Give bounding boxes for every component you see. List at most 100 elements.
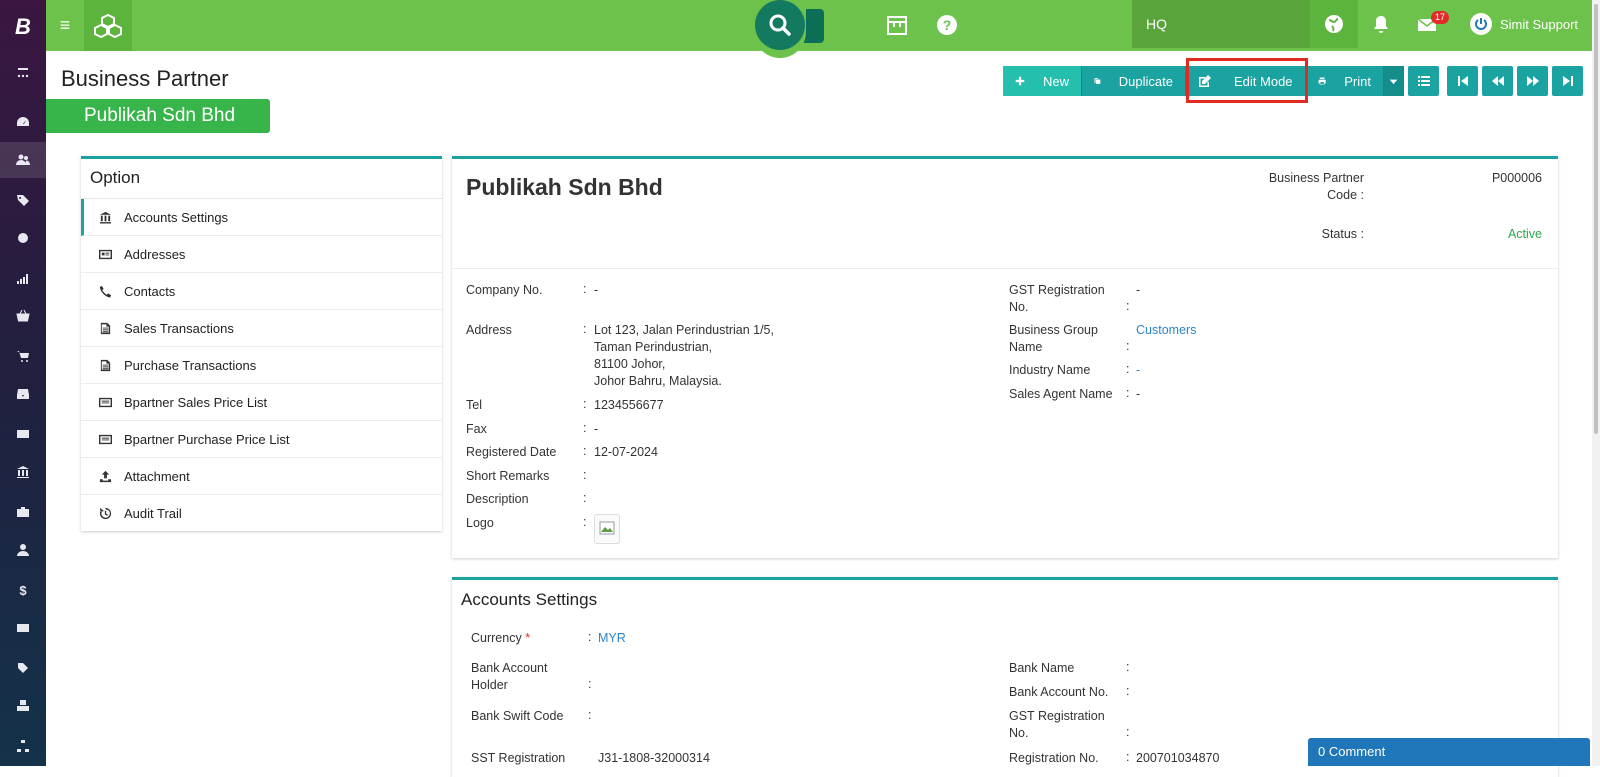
duplicate-label: Duplicate — [1118, 73, 1173, 89]
money-icon[interactable] — [0, 416, 46, 452]
industry-label: Industry Name — [1009, 363, 1091, 377]
circle-icon[interactable] — [0, 220, 46, 256]
option-bpartner-purchase-price-list[interactable]: Bpartner Purchase Price List — [81, 421, 442, 458]
option-sales-transactions[interactable]: Sales Transactions — [81, 310, 442, 347]
first-record-button[interactable] — [1447, 66, 1478, 96]
bell-icon[interactable] — [1368, 12, 1394, 38]
user-icon[interactable] — [0, 532, 46, 568]
sitemap-icon[interactable] — [0, 728, 46, 764]
colon: : — [583, 468, 587, 482]
app-logo[interactable]: B — [10, 14, 36, 40]
partner-name: Publikah Sdn Bhd — [466, 174, 663, 200]
gst-label-line-1: GST Registration — [1009, 283, 1105, 297]
option-label: Attachment — [124, 468, 190, 484]
duplicate-button[interactable]: Duplicate — [1082, 66, 1186, 96]
list-view-button[interactable] — [1408, 66, 1439, 96]
phone-icon — [99, 285, 112, 298]
code-label-line-2: Code : — [1327, 188, 1364, 202]
colon: : — [588, 630, 592, 644]
currency-link[interactable]: MYR — [598, 630, 626, 647]
business-group-label-line-2: Name — [1009, 340, 1043, 354]
modules-icon[interactable] — [84, 0, 132, 51]
business-group-label: Business Group Name — [1009, 322, 1098, 356]
last-record-button[interactable] — [1552, 66, 1583, 96]
step-forward-icon — [1562, 76, 1573, 86]
option-bpartner-sales-price-list[interactable]: Bpartner Sales Price List — [81, 384, 442, 421]
print-dropdown-button[interactable] — [1384, 66, 1404, 96]
help-icon[interactable]: ? — [934, 12, 960, 38]
inbox-icon[interactable] — [0, 376, 46, 412]
cart-icon[interactable] — [0, 338, 46, 374]
registration-no-value: 200701034870 — [1136, 751, 1220, 765]
next-record-button[interactable] — [1517, 66, 1548, 96]
option-attachment[interactable]: Attachment — [81, 458, 442, 495]
bank-holder-label-line-2: Holder — [471, 678, 508, 692]
option-label: Bpartner Sales Price List — [124, 394, 268, 410]
option-label: Audit Trail — [124, 506, 182, 521]
address-label: Address — [466, 323, 512, 337]
colon: : — [1126, 386, 1130, 400]
sst-value: J31-1808-32000314 — [598, 751, 710, 765]
list-icon — [99, 397, 112, 407]
hamburger-menu-icon[interactable]: ≡ — [46, 0, 84, 51]
code-label: Business Partner Code : — [1216, 170, 1364, 204]
bank-icon[interactable] — [0, 454, 46, 490]
option-label: Purchase Transactions — [124, 357, 257, 373]
registered-date-label: Registered Date — [466, 445, 557, 459]
comment-bar[interactable]: 0 Comment — [1308, 738, 1590, 766]
colon: : — [588, 708, 592, 722]
id-card-icon[interactable] — [0, 610, 46, 646]
print-button[interactable]: Print — [1306, 66, 1384, 96]
bank-icon — [99, 211, 112, 224]
tel-value: 1234556677 — [594, 398, 664, 412]
previous-record-button[interactable] — [1482, 66, 1513, 96]
gst-label-line-2: No. — [1009, 300, 1029, 314]
currency-label: Currency * — [471, 630, 530, 647]
business-partner-icon[interactable] — [0, 142, 46, 178]
address-card-icon — [99, 249, 112, 259]
briefcase-icon[interactable] — [0, 494, 46, 530]
scrollbar-thumb[interactable] — [1594, 4, 1598, 434]
registered-date-value: 12-07-2024 — [594, 445, 658, 459]
option-accounts-settings[interactable]: Accounts Settings — [81, 199, 442, 236]
code-label-line-1: Business Partner — [1268, 171, 1364, 185]
colon: : — [583, 444, 587, 458]
acct-gst-label-line-1: GST Registration — [1009, 709, 1105, 723]
global-search[interactable] — [754, 0, 864, 58]
bank-holder-label: Bank Account Holder — [471, 660, 547, 694]
tags-icon[interactable] — [0, 182, 46, 218]
option-audit-trail[interactable]: Audit Trail — [81, 495, 442, 532]
colon: : — [1126, 750, 1130, 764]
fax-value: - — [594, 422, 599, 436]
location-selector[interactable]: HQ — [1132, 0, 1310, 48]
dollar-icon[interactable]: $ — [0, 572, 46, 608]
search-icon[interactable] — [755, 0, 805, 50]
address-line-2: Taman Perindustrian, — [594, 340, 713, 354]
caret-down-icon — [1389, 79, 1398, 84]
required-marker: * — [525, 631, 531, 645]
globe-icon[interactable] — [1310, 0, 1358, 48]
edit-mode-highlight-box — [1186, 58, 1308, 103]
acct-gst-label-line-2: No. — [1009, 726, 1029, 740]
new-label: New — [1042, 73, 1069, 89]
printer-icon — [1318, 77, 1326, 85]
tag-icon[interactable] — [0, 650, 46, 686]
dashboard-icon[interactable] — [0, 104, 46, 140]
new-button[interactable]: New — [1003, 66, 1082, 96]
business-group-link[interactable]: Customers — [1136, 322, 1196, 339]
industry-link[interactable]: - — [1136, 362, 1140, 379]
option-addresses[interactable]: Addresses — [81, 236, 442, 273]
signal-icon[interactable] — [0, 260, 46, 296]
option-label: Accounts Settings — [124, 209, 229, 225]
cubes-icon[interactable] — [0, 688, 46, 724]
colon: : — [583, 515, 587, 529]
basket-icon[interactable] — [0, 298, 46, 334]
top-bar: ≡ ? HQ 17 Simit Support — [46, 0, 1600, 58]
page-title: Business Partner — [61, 66, 229, 91]
sales-agent-label: Sales Agent Name — [1009, 387, 1113, 401]
collapse-menu-icon[interactable] — [0, 54, 46, 90]
option-contacts[interactable]: Contacts — [81, 273, 442, 310]
option-purchase-transactions[interactable]: Purchase Transactions — [81, 347, 442, 384]
store-icon[interactable] — [884, 12, 910, 38]
user-menu[interactable]: Simit Support — [1470, 0, 1578, 48]
